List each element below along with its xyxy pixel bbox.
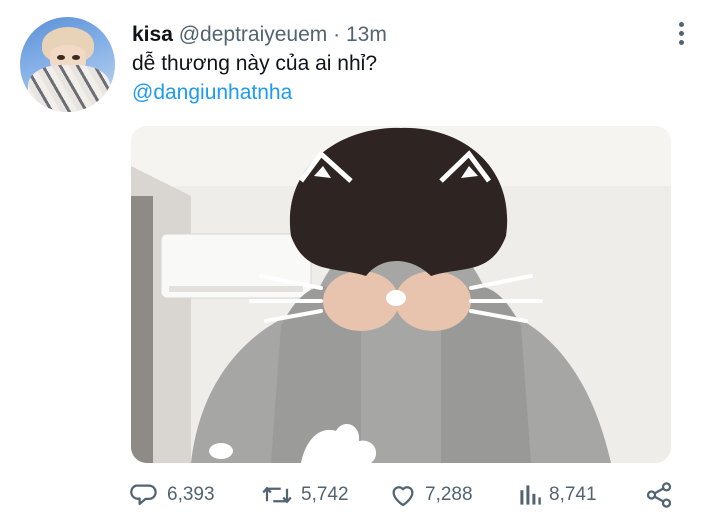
separator-dot: ·: [333, 23, 341, 46]
share-button[interactable]: [644, 478, 674, 512]
heart-icon: [392, 486, 414, 507]
tweet-header: kisa @deptraiyeuem · 13m: [132, 22, 387, 48]
views-button[interactable]: 8,741: [518, 478, 597, 512]
reply-count: 6,393: [167, 484, 215, 505]
retweet-button[interactable]: 5,742: [260, 478, 349, 512]
tweet-text: dễ thương này của ai nhỉ?: [132, 52, 377, 75]
user-handle[interactable]: @deptraiyeuem: [179, 23, 328, 46]
reply-icon: [130, 484, 157, 505]
tweet-photo[interactable]: [131, 126, 671, 463]
like-count: 7,288: [425, 484, 473, 505]
retweet-count: 5,742: [301, 484, 349, 505]
display-name[interactable]: kisa: [132, 23, 173, 46]
like-button[interactable]: 7,288: [388, 478, 473, 512]
views-chart-icon: [520, 485, 541, 505]
reply-button[interactable]: 6,393: [130, 478, 215, 512]
photo-illustration: [131, 126, 671, 463]
share-icon: [646, 482, 672, 508]
timestamp[interactable]: 13m: [346, 23, 387, 46]
views-count: 8,741: [549, 484, 597, 505]
mention-link[interactable]: @dangiunhatnha: [132, 80, 292, 106]
retweet-icon: [262, 487, 292, 503]
tweet-actions: 6,393 5,742 7,288 8,741: [130, 478, 690, 512]
more-options-icon[interactable]: [674, 22, 688, 48]
user-avatar[interactable]: [20, 17, 115, 112]
